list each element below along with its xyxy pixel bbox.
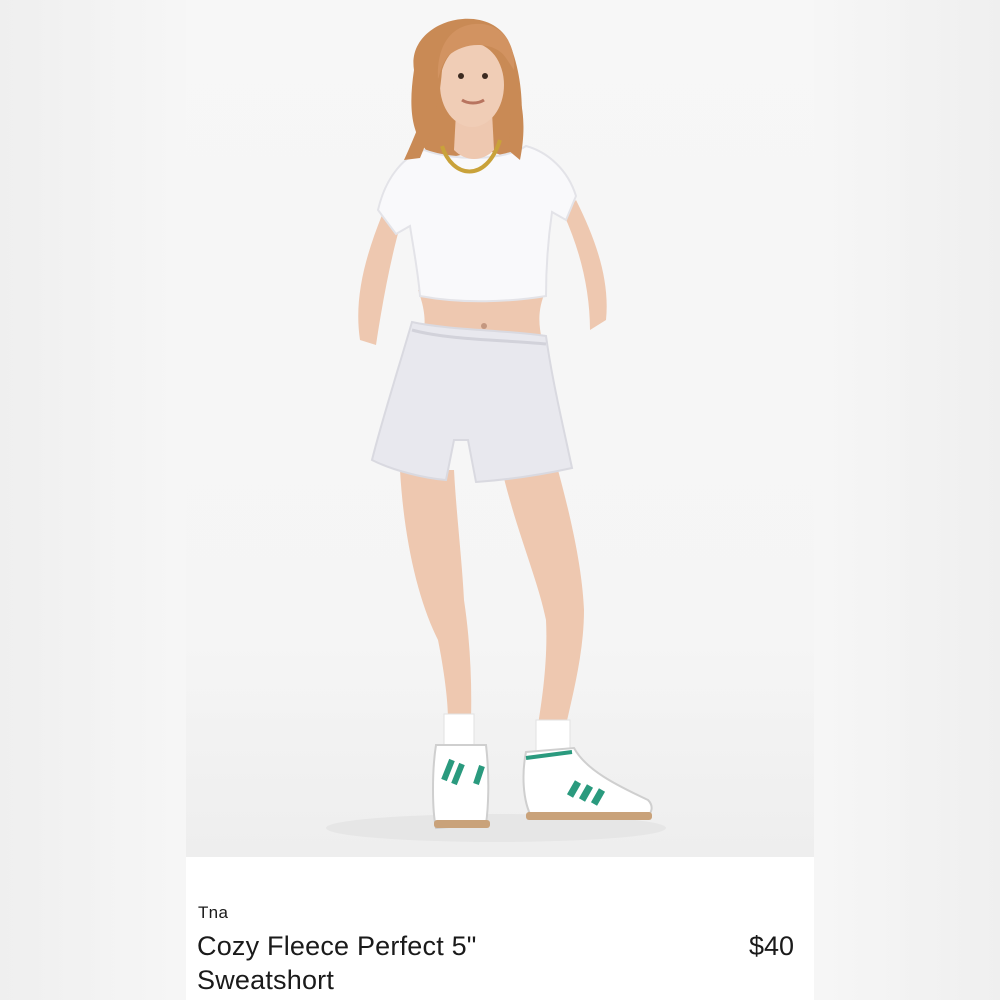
- product-price: $40: [748, 931, 794, 961]
- product-title[interactable]: Cozy Fleece Perfect 5" Sweatshort: [197, 929, 617, 997]
- listing-screen: Tna Cozy Fleece Perfect 5" Sweatshort $4…: [0, 0, 1000, 1000]
- listing-info[interactable]: Tna Cozy Fleece Perfect 5" Sweatshort $4…: [186, 857, 814, 1000]
- model-illustration: [326, 18, 666, 842]
- product-photo[interactable]: [186, 0, 814, 857]
- brand-label[interactable]: Tna: [198, 903, 228, 923]
- product-card[interactable]: Tna Cozy Fleece Perfect 5" Sweatshort $4…: [186, 0, 814, 1000]
